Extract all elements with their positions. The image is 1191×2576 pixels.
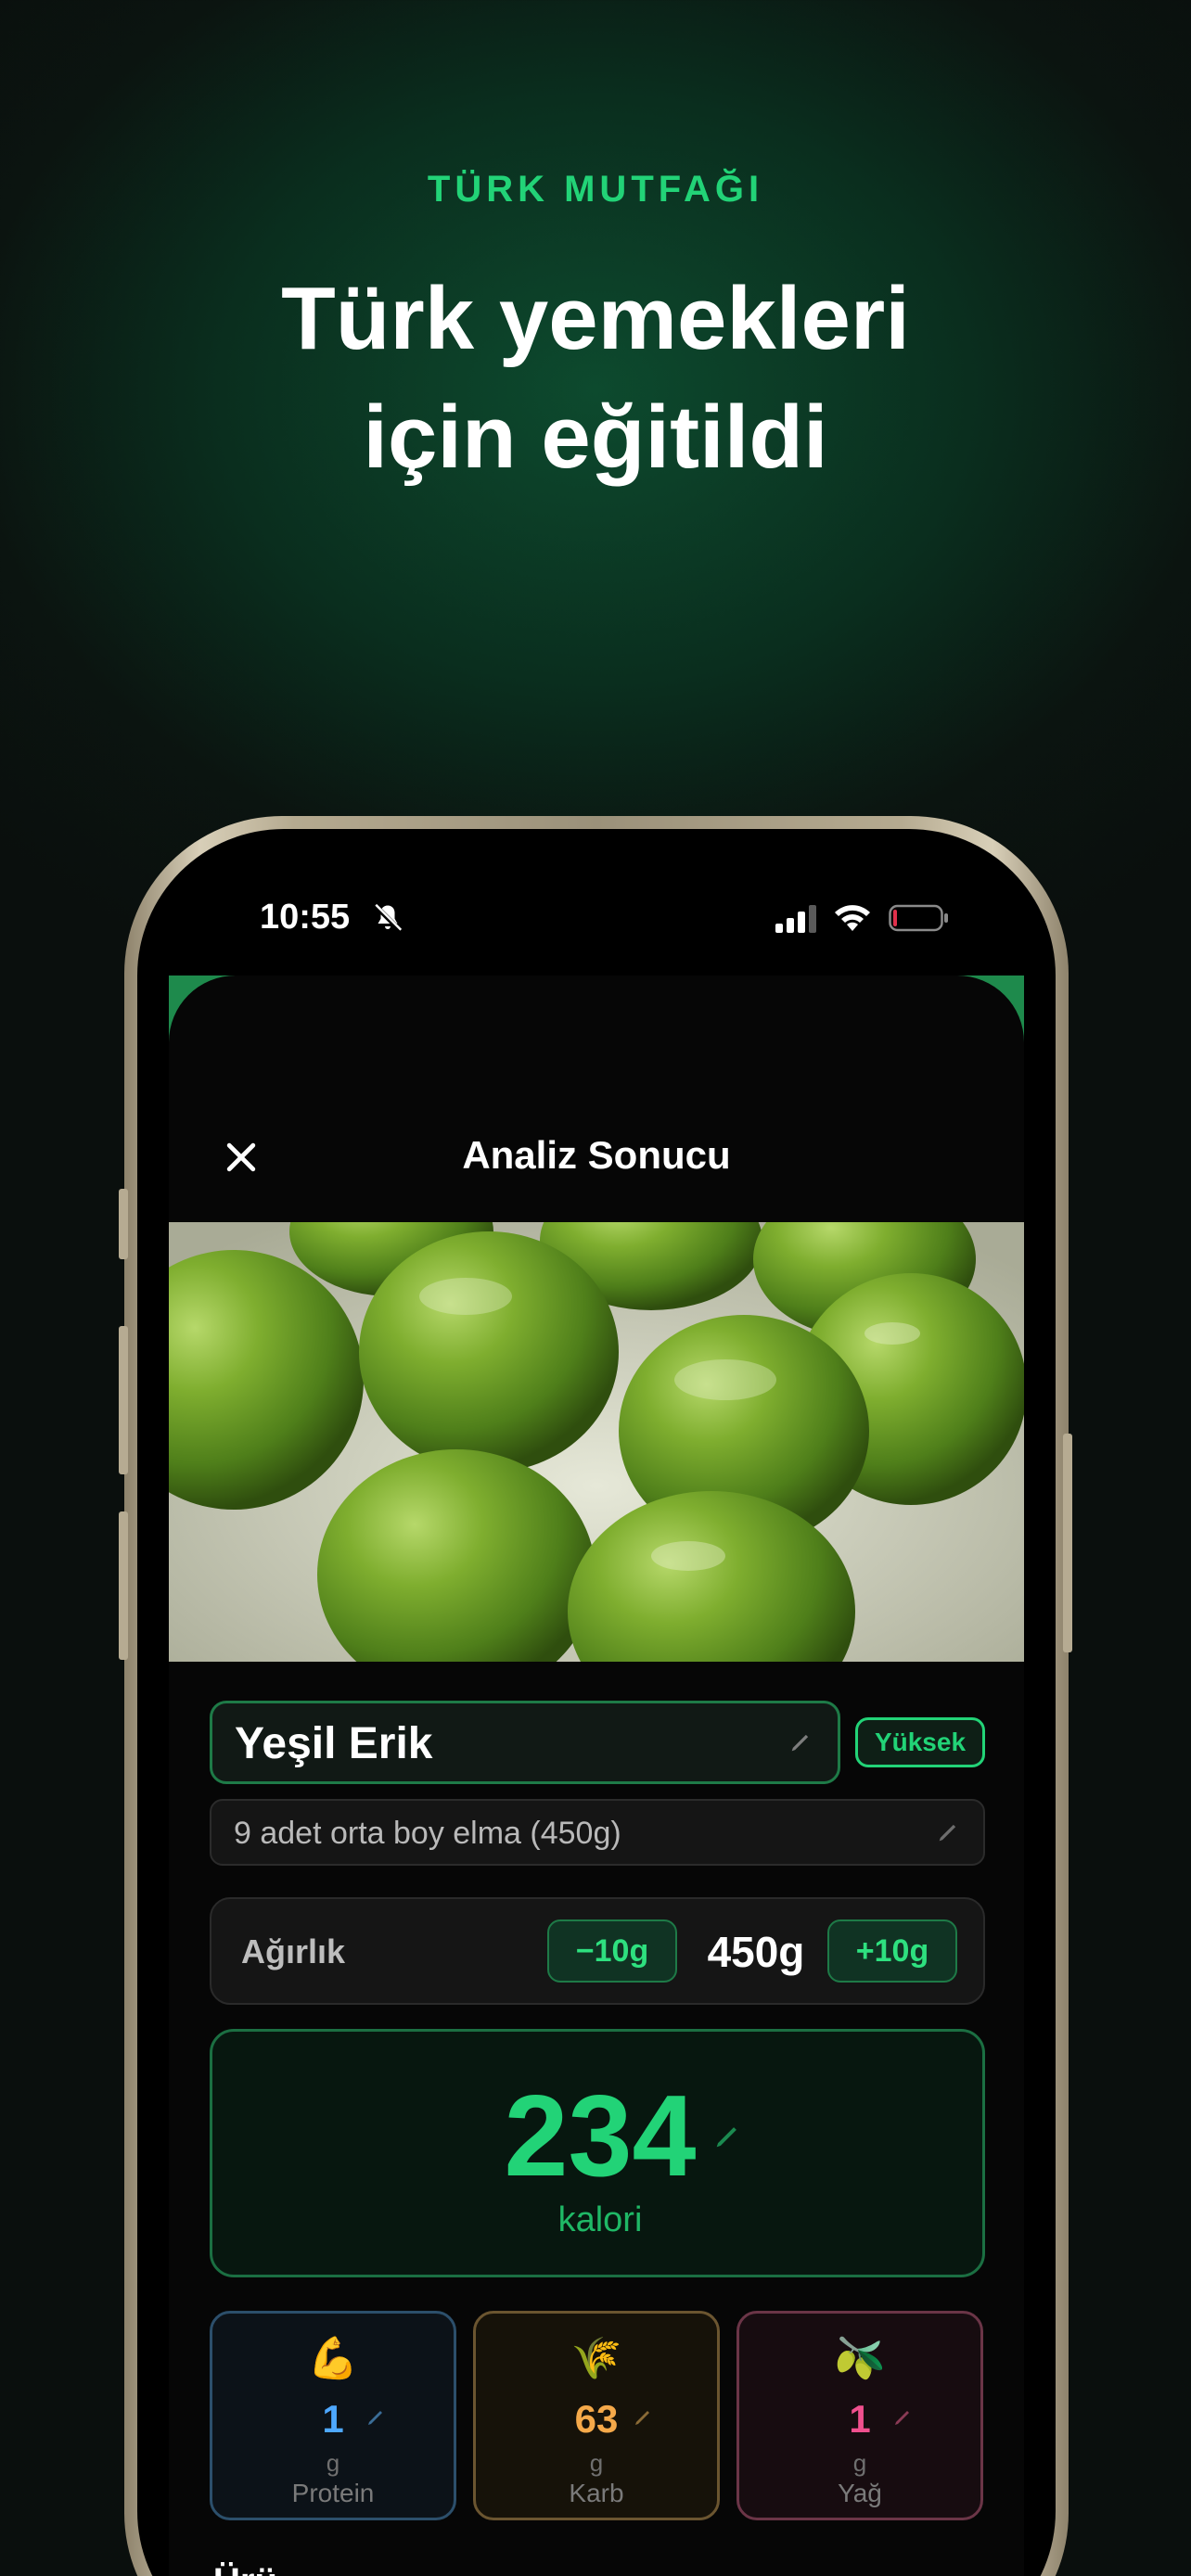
food-name: Yeşil Erik (235, 1719, 433, 1768)
wifi-icon (835, 905, 870, 931)
promo-title-line2: için eğitildi (363, 388, 828, 487)
cellular-signal-icon (775, 905, 816, 933)
macro-card-protein[interactable]: 💪 1 g Protein (210, 2311, 456, 2520)
status-time: 10:55 (260, 898, 351, 937)
food-name-field[interactable]: Yeşil Erik (210, 1701, 840, 1784)
weight-card: Ağırlık −10g 450g +10g (210, 1897, 985, 2005)
promo-eyebrow: TÜRK MUTFAĞI (427, 169, 764, 210)
macro-label: Protein (291, 2479, 375, 2507)
promo-title: Türk yemekleri için eğitildi (0, 260, 1191, 497)
next-section-heading: Ürü (213, 2561, 277, 2576)
phone-screen: 10:55 Analiz Sonucu Yeşil Erik Yüksek 9 … (169, 857, 1024, 2576)
flexed-biceps-icon: 💪 (307, 2336, 359, 2381)
phone-action-button (119, 1189, 128, 1259)
sheet-title: Analiz Sonucu (462, 1133, 731, 1177)
increase-weight-button[interactable]: +10g (827, 1919, 957, 1983)
edit-pencil-icon[interactable] (711, 2121, 743, 2152)
macro-value: 1 (849, 2397, 871, 2441)
phone-power-button (1063, 1434, 1072, 1652)
macro-card-carbs[interactable]: 🌾 63 g Karb (473, 2311, 720, 2520)
food-description-field[interactable]: 9 adet orta boy elma (450g) (210, 1799, 985, 1866)
edit-pencil-icon[interactable] (632, 2406, 654, 2429)
macro-unit: g (589, 2449, 604, 2477)
macro-card-fat[interactable]: 🫒 1 g Yağ (736, 2311, 983, 2520)
status-bar: 10:55 (169, 857, 1024, 977)
macro-unit: g (326, 2449, 340, 2477)
phone-volume-down-button (119, 1511, 128, 1660)
calorie-value: 234 (504, 2072, 697, 2200)
weight-label: Ağırlık (241, 1932, 346, 1970)
macro-label: Yağ (838, 2479, 882, 2507)
edit-pencil-icon[interactable] (365, 2406, 387, 2429)
macro-label: Karb (569, 2479, 624, 2507)
rice-stalk-icon: 🌾 (570, 2336, 622, 2381)
calorie-unit: kalori (557, 2200, 643, 2239)
promo-title-line1: Türk yemekleri (281, 269, 910, 368)
confidence-badge: Yüksek (855, 1717, 985, 1767)
food-photo (169, 1222, 1024, 1662)
bell-slash-icon (373, 903, 403, 933)
food-description: 9 adet orta boy elma (450g) (234, 1816, 621, 1851)
decrease-weight-button[interactable]: −10g (547, 1919, 677, 1983)
olive-icon: 🫒 (834, 2336, 886, 2381)
calorie-card: 234 kalori (210, 2029, 985, 2277)
edit-pencil-icon[interactable] (891, 2406, 914, 2429)
battery-icon (889, 904, 948, 932)
edit-pencil-icon[interactable] (788, 1729, 813, 1755)
macro-value: 1 (322, 2397, 344, 2441)
edit-pencil-icon[interactable] (935, 1819, 961, 1845)
macro-value: 63 (574, 2397, 619, 2441)
phone-volume-up-button (119, 1326, 128, 1474)
macro-unit: g (852, 2449, 867, 2477)
weight-value: 450g (707, 1928, 805, 1976)
